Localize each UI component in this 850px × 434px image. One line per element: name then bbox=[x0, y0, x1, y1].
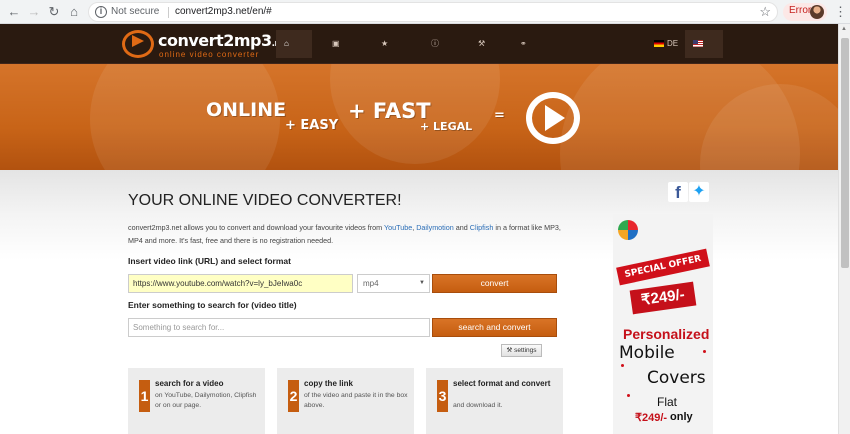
menu-item-tools[interactable]: ⚒tools bbox=[478, 30, 495, 76]
separator bbox=[168, 7, 169, 18]
search-label: Enter something to search for (video tit… bbox=[128, 300, 297, 310]
hero-online: ONLINE bbox=[206, 99, 287, 121]
step-number: 1 bbox=[139, 380, 150, 412]
logo-name: convert2mp3 bbox=[158, 31, 272, 50]
logo-text: convert2mp3.net bbox=[158, 31, 290, 50]
star-icon: ★ bbox=[381, 39, 389, 48]
flag-en-icon bbox=[693, 40, 703, 47]
step-card: 3 select format and convert and download… bbox=[426, 368, 563, 434]
profile-error-button[interactable]: Error bbox=[783, 3, 827, 21]
scroll-thumb[interactable] bbox=[841, 38, 849, 268]
avatar bbox=[810, 5, 824, 19]
step-title: search for a video bbox=[155, 379, 224, 388]
menu-item-charts[interactable]: ★charts bbox=[381, 30, 403, 76]
back-icon[interactable]: ← bbox=[6, 4, 22, 20]
decor-dot bbox=[621, 364, 624, 367]
pinwheel-logo-icon bbox=[618, 220, 638, 240]
reload-icon[interactable]: ↻ bbox=[46, 4, 62, 20]
url-label: Insert video link (URL) and select forma… bbox=[128, 256, 291, 266]
ad-price: ₹249/- bbox=[629, 281, 697, 315]
hero-legal: + LEGAL bbox=[420, 120, 473, 133]
dailymotion-link[interactable]: Dailymotion bbox=[416, 223, 454, 232]
youtube-link[interactable]: YouTube bbox=[384, 223, 412, 232]
step-title: copy the link bbox=[304, 379, 353, 388]
settings-button[interactable]: ⚒ settings bbox=[501, 344, 542, 357]
intro-part: convert2mp3.net allows you to convert an… bbox=[128, 223, 384, 232]
forward-icon[interactable]: → bbox=[26, 4, 42, 20]
decor-dot bbox=[627, 394, 630, 397]
ad-personalized: Personalized bbox=[623, 326, 710, 342]
hero-banner: ONLINE + EASY + FAST + LEGAL = bbox=[0, 64, 838, 170]
home-icon[interactable]: ⌂ bbox=[66, 4, 82, 20]
step-card: 2 copy the link of the video and paste i… bbox=[277, 368, 414, 434]
play-icon bbox=[545, 105, 565, 131]
format-select[interactable]: mp4 ▼ bbox=[357, 274, 430, 293]
wrench-icon: ⚒ bbox=[506, 347, 515, 354]
hero-play-logo bbox=[526, 92, 580, 144]
page-scrollbar[interactable]: ▲ bbox=[838, 24, 850, 434]
step-desc: of the video and paste it in the box abo… bbox=[304, 392, 408, 409]
ad-covers: Covers bbox=[647, 368, 706, 388]
puzzle-icon: ▣ bbox=[332, 39, 340, 48]
convert-button[interactable]: convert bbox=[432, 274, 557, 293]
advertisement[interactable]: SPECIAL OFFER ₹249/- Personalized Mobile… bbox=[613, 214, 713, 434]
intro-part: and bbox=[453, 223, 470, 232]
browser-toolbar: ← → ↻ ⌂ i Not secure convert2mp3.net/en/… bbox=[0, 0, 850, 24]
step-title: select format and convert bbox=[453, 379, 551, 388]
logo-tagline: online video converter bbox=[159, 50, 260, 59]
ad-flat: Flat bbox=[657, 395, 678, 409]
social-buttons: f ✦ bbox=[668, 182, 710, 204]
search-input[interactable]: Something to search for... bbox=[128, 318, 430, 337]
menu-kebab-icon[interactable]: ⋮ bbox=[834, 4, 847, 20]
intro-text: convert2mp3.net allows you to convert an… bbox=[128, 221, 568, 247]
hero-equals: = bbox=[494, 108, 505, 123]
decor-dot bbox=[703, 350, 706, 353]
url-text[interactable]: convert2mp3.net/en/# bbox=[175, 6, 272, 17]
lang-de[interactable]: DE bbox=[652, 30, 680, 58]
error-label: Error bbox=[789, 5, 812, 16]
wrench-icon: ⚒ bbox=[478, 39, 486, 48]
info-icon[interactable]: i bbox=[95, 6, 107, 18]
step-number: 3 bbox=[437, 380, 448, 412]
search-convert-button[interactable]: search and convert bbox=[432, 318, 557, 337]
flag-de-icon bbox=[654, 40, 664, 47]
chevron-down-icon: ▼ bbox=[419, 280, 425, 286]
menu-item-infos[interactable]: ⓘinfos bbox=[431, 30, 448, 76]
menu-item-home[interactable]: ⌂home bbox=[276, 30, 313, 76]
bookmark-star-icon[interactable]: ☆ bbox=[759, 4, 771, 20]
clipfish-link[interactable]: Clipfish bbox=[470, 223, 494, 232]
format-value: mp4 bbox=[363, 279, 379, 288]
home-icon: ⌂ bbox=[284, 39, 289, 48]
main-content: YOUR ONLINE VIDEO CONVERTER! f ✦ convert… bbox=[0, 170, 838, 434]
security-label: Not secure bbox=[111, 6, 160, 17]
page-title: YOUR ONLINE VIDEO CONVERTER! bbox=[128, 192, 402, 209]
address-bar[interactable]: i Not secure convert2mp3.net/en/# ☆ bbox=[88, 2, 778, 22]
info-icon: ⓘ bbox=[431, 39, 439, 48]
link-icon: ⚭ bbox=[520, 39, 527, 48]
facebook-icon[interactable]: f bbox=[668, 182, 688, 202]
video-url-input[interactable]: https://www.youtube.com/watch?v=ly_bJeIw… bbox=[128, 274, 353, 293]
scroll-up-icon[interactable]: ▲ bbox=[841, 26, 847, 32]
step-desc: and download it. bbox=[453, 402, 503, 409]
logo-play-icon bbox=[132, 35, 144, 47]
menu-item-link-us[interactable]: ⚭link-us bbox=[520, 30, 535, 104]
menu-item-addon[interactable]: ▣addon bbox=[332, 30, 354, 76]
ad-price-flat: ₹249/- bbox=[635, 412, 668, 424]
settings-label: settings bbox=[514, 347, 537, 354]
lang-en[interactable]: EN bbox=[685, 30, 723, 76]
step-number: 2 bbox=[288, 380, 299, 412]
site-navbar: convert2mp3.net online video converter ⌂… bbox=[0, 24, 838, 104]
twitter-icon[interactable]: ✦ bbox=[689, 182, 709, 202]
step-desc: on YouTube, Dailymotion, Clipfish or on … bbox=[155, 392, 257, 409]
ad-only: only bbox=[670, 411, 693, 423]
hero-fast: + FAST bbox=[348, 99, 431, 123]
hero-easy: + EASY bbox=[285, 118, 339, 133]
site-logo[interactable]: convert2mp3.net online video converter bbox=[122, 27, 290, 61]
lang-label: DE bbox=[667, 39, 679, 48]
ad-mobile: Mobile bbox=[619, 343, 675, 363]
step-card: 1 search for a video on YouTube, Dailymo… bbox=[128, 368, 265, 434]
special-offer-banner: SPECIAL OFFER bbox=[616, 248, 710, 286]
